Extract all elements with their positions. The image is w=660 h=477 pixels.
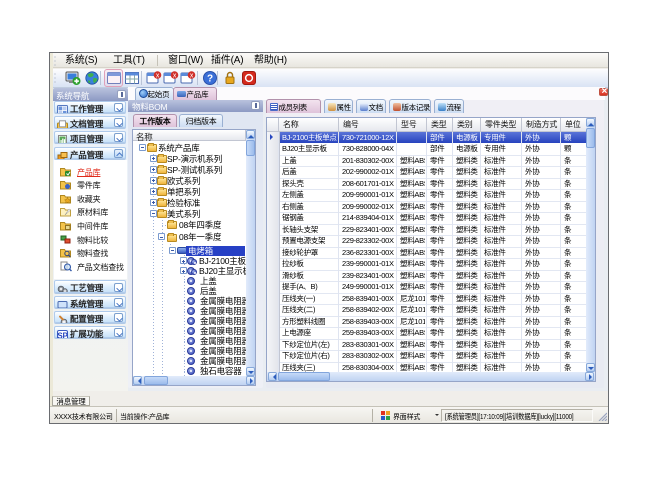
svg-text:?: ?: [207, 74, 213, 85]
svg-text:SP: SP: [57, 331, 68, 338]
